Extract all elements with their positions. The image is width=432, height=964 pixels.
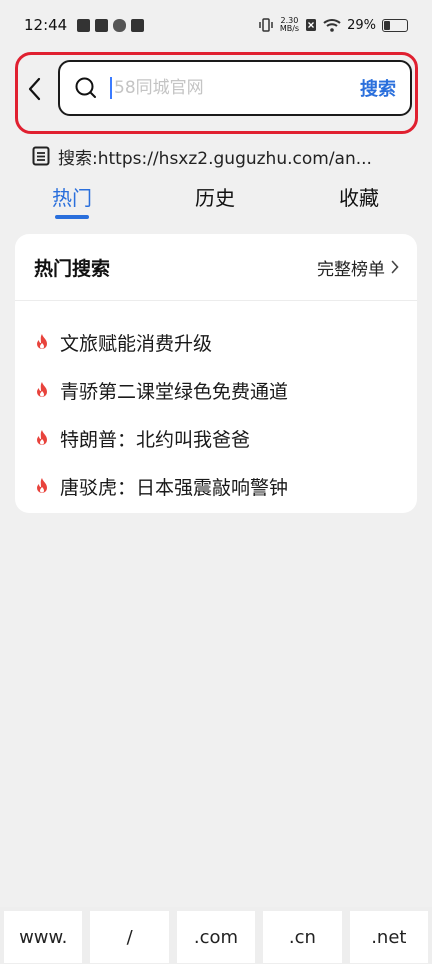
- hot-search-list: 文旅赋能消费升级 青骄第二课堂绿色免费通道 特朗普：北约叫我爸爸 唐驳虎：日本强…: [15, 318, 417, 510]
- net-speed: 2.30 MB/s: [280, 17, 299, 33]
- tab-active-indicator: [55, 215, 89, 219]
- shortcut-com[interactable]: .com: [176, 911, 256, 963]
- tab-history[interactable]: 历史: [195, 182, 235, 211]
- full-list-link[interactable]: 完整榜单: [317, 255, 399, 280]
- net-speed-unit: MB/s: [279, 24, 300, 33]
- url-shortcut-bar: www. / .com .cn .net: [0, 907, 432, 964]
- suggestion-text: 搜索:https://hsxz2.guguzhu.com/an...: [58, 148, 372, 169]
- document-icon: [32, 146, 50, 166]
- hot-search-card: 热门搜索 完整榜单 文旅赋能消费升级 青骄第二课堂绿色免费通道 特朗普：北约叫我…: [15, 234, 417, 513]
- hot-search-item[interactable]: 青骄第二课堂绿色免费通道: [15, 366, 417, 414]
- fire-icon: [37, 382, 47, 397]
- hot-search-item[interactable]: 唐驳虎：日本强震敲响警钟: [15, 462, 417, 510]
- mail-notification-icon: [95, 18, 109, 32]
- shortcut-www[interactable]: www.: [4, 911, 83, 963]
- shortcut-cn[interactable]: .cn: [263, 911, 342, 963]
- status-right: 2.30 MB/s 29%: [258, 17, 408, 33]
- chevron-left-icon: [28, 77, 41, 101]
- hot-search-item[interactable]: 特朗普：北约叫我爸爸: [15, 414, 417, 462]
- battery-percent: 29%: [347, 17, 376, 33]
- fire-icon: [37, 334, 47, 349]
- tab-bar: 热门 历史 收藏: [0, 182, 432, 222]
- notification-icons: [77, 18, 145, 32]
- shortcut-slash[interactable]: /: [90, 911, 169, 963]
- battery-icon: [382, 18, 408, 32]
- hot-search-text: 文旅赋能消费升级: [60, 332, 213, 355]
- search-box[interactable]: 搜索: [58, 60, 412, 116]
- back-button[interactable]: [22, 74, 46, 104]
- search-suggestion-row[interactable]: 搜索:https://hsxz2.guguzhu.com/an...: [32, 142, 412, 170]
- hot-search-text: 特朗普：北约叫我爸爸: [60, 428, 251, 451]
- tab-favorites[interactable]: 收藏: [339, 182, 379, 211]
- fire-icon: [37, 430, 47, 445]
- wifi-icon: [323, 19, 341, 32]
- status-time: 12:44: [24, 16, 68, 34]
- wechat-notification-icon: [113, 18, 127, 32]
- message-notification-icon: [131, 18, 145, 32]
- hot-search-item[interactable]: 文旅赋能消费升级: [15, 318, 417, 366]
- vibrate-icon: [259, 18, 273, 32]
- battery-level: [384, 20, 390, 30]
- tab-hot[interactable]: 热门: [52, 182, 92, 211]
- chevron-right-icon: [391, 260, 399, 274]
- sim-off-icon: [306, 19, 317, 31]
- full-list-label: 完整榜单: [317, 259, 385, 280]
- search-icon: [75, 77, 96, 98]
- fire-icon: [37, 478, 47, 493]
- hot-search-text: 唐驳虎：日本强震敲响警钟: [60, 476, 289, 499]
- hot-search-text: 青骄第二课堂绿色免费通道: [60, 380, 289, 403]
- search-input[interactable]: [114, 78, 360, 98]
- search-submit-button[interactable]: 搜索: [360, 75, 396, 101]
- status-bar: 12:44 2.30 MB/s 29%: [0, 0, 432, 50]
- hot-search-header: 热门搜索 完整榜单: [15, 234, 417, 301]
- hot-search-title: 热门搜索: [34, 257, 111, 280]
- app-notification-icon: [77, 18, 91, 32]
- shortcut-net[interactable]: .net: [349, 911, 429, 963]
- text-caret: [110, 77, 112, 99]
